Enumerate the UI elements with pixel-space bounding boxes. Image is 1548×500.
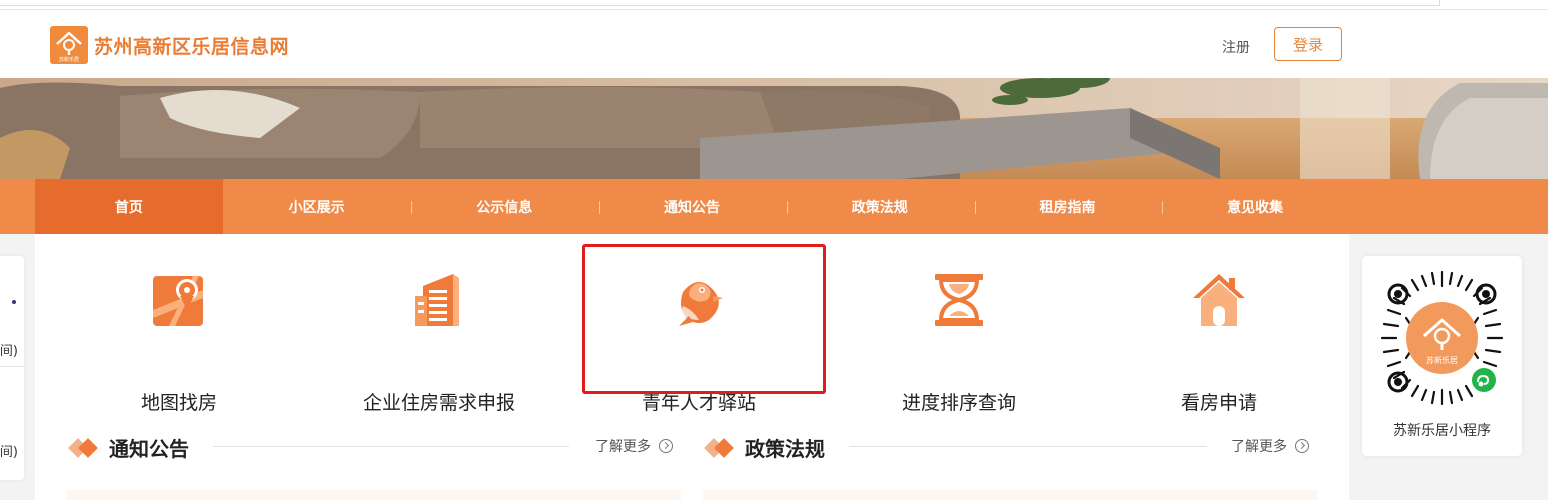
policy-section-title: 政策法规 [703, 433, 825, 462]
more-text: 了解更多 [1231, 439, 1287, 455]
left-card-text: 间) [0, 344, 18, 359]
section-divider [849, 446, 1207, 447]
selection-highlight-box [582, 244, 826, 394]
svg-text:苏新乐居: 苏新乐居 [59, 56, 79, 63]
nav-label: 公示信息 [476, 199, 533, 216]
nav-notices[interactable]: 通知公告 [598, 179, 788, 234]
hero-banner [0, 78, 1548, 179]
left-card-text: 间) [0, 445, 18, 460]
nav-rental-guide[interactable]: 租房指南 [974, 179, 1164, 234]
nav-label: 政策法规 [851, 199, 908, 216]
service-viewing-application[interactable]: 看房申请 [1109, 270, 1329, 414]
policy-list-card [703, 490, 1317, 500]
notice-more-link[interactable]: 了解更多 [595, 436, 673, 456]
left-floating-card[interactable]: 间) 间) [0, 256, 24, 480]
more-text: 了解更多 [595, 439, 651, 455]
logo-house-icon: 苏新乐居 [50, 26, 88, 64]
nav-label: 通知公告 [664, 199, 721, 216]
diamond-icon [68, 437, 98, 458]
mini-program-card[interactable]: 苏新乐居 苏新乐居小程序 [1362, 256, 1522, 456]
site-logo[interactable]: 苏新乐居 苏州高新区乐居信息网 [50, 26, 289, 64]
register-link[interactable]: 注册 [1222, 37, 1250, 57]
main-content: 地图找房 企业住房需求申报 青年人才驿站 进度排序查询 看房申请 通知公告 了解… [35, 234, 1349, 500]
service-label: 看房申请 [1180, 392, 1257, 414]
house-icon [1193, 274, 1245, 326]
section-title-text: 政策法规 [745, 437, 825, 461]
mini-program-caption: 苏新乐居小程序 [1393, 423, 1491, 439]
service-progress-query[interactable]: 进度排序查询 [849, 270, 1069, 414]
service-map-search[interactable]: 地图找房 [69, 270, 289, 414]
nav-feedback[interactable]: 意见收集 [1161, 179, 1349, 234]
banner-image [0, 78, 1548, 179]
service-label: 地图找房 [140, 392, 217, 414]
nav-community[interactable]: 小区展示 [223, 179, 413, 234]
main-nav: 首页 小区展示 公示信息 通知公告 政策法规 租房指南 意见收集 [0, 179, 1548, 234]
service-label: 进度排序查询 [901, 392, 1016, 414]
nav-policies[interactable]: 政策法规 [786, 179, 976, 234]
service-enterprise-housing[interactable]: 企业住房需求申报 [329, 270, 549, 414]
login-button[interactable]: 登录 [1274, 27, 1342, 61]
notice-section-title: 通知公告 [67, 433, 189, 462]
map-pin-icon [153, 276, 203, 326]
svg-text:苏新乐居: 苏新乐居 [1426, 355, 1458, 365]
nav-label: 意见收集 [1227, 199, 1284, 216]
section-title-text: 通知公告 [109, 437, 189, 461]
policy-more-link[interactable]: 了解更多 [1231, 436, 1309, 456]
nav-public-info[interactable]: 公示信息 [410, 179, 601, 234]
nav-label: 首页 [114, 199, 143, 216]
diamond-icon [704, 437, 734, 458]
section-divider [213, 446, 569, 447]
site-header: 苏新乐居 苏州高新区乐居信息网 注册 登录 [0, 10, 1548, 78]
building-icon [415, 274, 459, 326]
nav-label: 小区展示 [288, 199, 345, 216]
service-label: 企业住房需求申报 [362, 392, 515, 414]
chevron-right-circle-icon [1295, 439, 1309, 453]
hourglass-icon [935, 274, 983, 326]
nav-label: 租房指南 [1039, 199, 1096, 216]
nav-home[interactable]: 首页 [35, 179, 223, 234]
browser-top-strip [0, 0, 1548, 10]
notice-list-card [67, 490, 681, 500]
site-title: 苏州高新区乐居信息网 [94, 35, 290, 58]
mini-program-qr-code: 苏新乐居 [1380, 270, 1504, 406]
chevron-right-circle-icon [659, 439, 673, 453]
page: 苏新乐居 苏州高新区乐居信息网 注册 登录 首页 小区展示 公示信息 通知公告 … [0, 0, 1548, 500]
